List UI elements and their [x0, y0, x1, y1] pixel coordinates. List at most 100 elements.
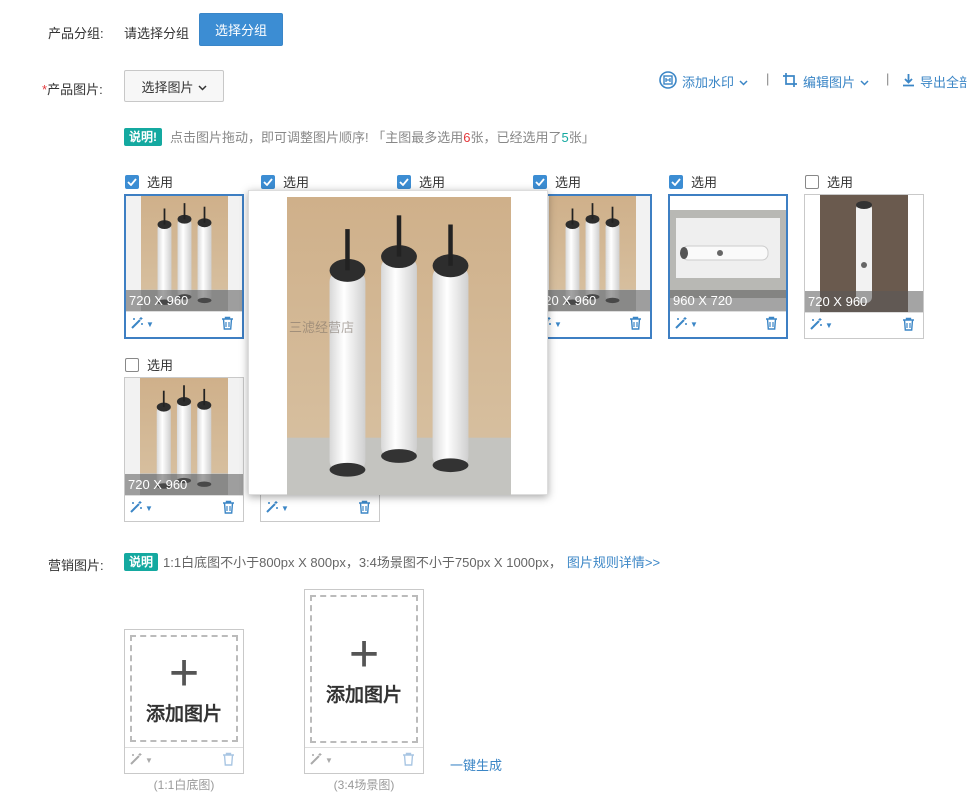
marketing-tag: 说明	[124, 552, 159, 571]
trash-icon[interactable]	[358, 500, 371, 517]
add-image-label: 添加图片	[325, 684, 402, 706]
image-card-footer: ▼	[125, 495, 243, 521]
marketing-square-card: + 添加图片 ▼	[124, 629, 244, 774]
marketing-notice: 说明 1:1白底图不小于800px X 800px，3:4场景图不小于750px…	[124, 552, 660, 571]
image-dimensions: 720 X 960	[125, 474, 243, 496]
preview-photo: 三滤经营店	[287, 197, 511, 495]
caption-square: (1:1白底图)	[153, 778, 215, 792]
magic-wand-button[interactable]: ▼	[809, 317, 833, 334]
image-card[interactable]: 720 X 960 ▼	[124, 377, 244, 522]
image-card[interactable]: 720 X 960 ▼	[124, 194, 244, 339]
checkbox-label: 选用	[691, 175, 718, 190]
checkbox-label: 选用	[283, 175, 310, 190]
image-card-footer: ▼	[805, 312, 923, 338]
magic-wand-icon	[674, 316, 688, 333]
trash-icon[interactable]	[222, 500, 235, 517]
caret-icon: ▼	[146, 320, 154, 329]
group-placeholder: 请选择分组	[124, 26, 190, 41]
trash-icon[interactable]	[629, 316, 642, 333]
check-icon	[671, 177, 681, 186]
select-group-button[interactable]: 选择分组	[199, 13, 283, 46]
magic-wand-icon	[129, 500, 143, 517]
image-dimensions: 720 X 960	[126, 290, 242, 312]
marketing-label: 营销图片:	[48, 558, 104, 573]
add-image-square[interactable]: + 添加图片	[130, 635, 238, 742]
image-card-footer: ▼	[305, 747, 423, 773]
check-icon	[535, 177, 545, 186]
magic-wand-button[interactable]: ▼	[674, 316, 698, 333]
caret-icon: ▼	[325, 756, 333, 765]
magic-wand-button: ▼	[309, 752, 333, 769]
select-image-button[interactable]: 选择图片	[124, 70, 224, 102]
images-label-text: 产品图片:	[47, 82, 103, 97]
image-rules-link[interactable]: 图片规则详情>>	[567, 552, 660, 571]
magic-wand-icon	[129, 752, 143, 769]
checkbox[interactable]	[533, 174, 547, 189]
one-click-generate-link[interactable]: 一键生成	[450, 755, 502, 774]
checkbox[interactable]	[125, 174, 139, 189]
caret-icon: ▼	[281, 503, 289, 513]
magic-wand-button[interactable]: ▼	[130, 316, 154, 333]
image-checkbox-row[interactable]: 选用	[261, 172, 309, 191]
drag-placeholder-card: ▼	[260, 495, 380, 522]
image-card[interactable]: 960 X 720 ▼	[668, 194, 788, 339]
notice-text-c: 张」	[568, 130, 595, 145]
caret-icon: ▼	[145, 756, 153, 765]
image-card-footer: ▼	[125, 747, 243, 773]
checkbox[interactable]	[397, 174, 411, 189]
checkbox-label: 选用	[147, 175, 174, 190]
image-checkbox-row[interactable]: 选用	[125, 355, 173, 374]
toolbar-divider: |	[886, 71, 890, 86]
checkbox[interactable]	[261, 174, 275, 189]
image-hover-preview: 三滤经营店	[248, 190, 548, 495]
image-card[interactable]: 720 X 960 ▼	[804, 194, 924, 339]
toolbar-divider: |	[766, 71, 770, 86]
add-image-tall[interactable]: + 添加图片	[310, 595, 418, 743]
trash-icon	[222, 752, 235, 769]
magic-wand-button[interactable]: ▼	[265, 500, 289, 517]
checkbox[interactable]	[125, 357, 139, 372]
chevron-down-icon	[739, 74, 748, 89]
watermark-icon	[659, 71, 677, 92]
trash-icon[interactable]	[765, 316, 778, 333]
images-notice: 说明! 点击图片拖动，即可调整图片顺序! 「主图最多选用6张，已经选用了5张」	[124, 127, 595, 146]
checkbox[interactable]	[669, 174, 683, 189]
select-image-label: 选择图片	[141, 79, 194, 95]
magic-wand-button: ▼	[129, 752, 153, 769]
export-all-button[interactable]: 导出全部	[902, 72, 967, 91]
notice-tag: 说明!	[124, 127, 162, 146]
image-card-footer: ▼	[534, 311, 650, 337]
caret-icon: ▼	[690, 320, 698, 329]
image-checkbox-row[interactable]: 选用	[805, 172, 853, 191]
checkbox-label: 选用	[827, 175, 854, 190]
checkbox[interactable]	[805, 174, 819, 189]
marketing-tall-card: + 添加图片 ▼	[304, 589, 424, 774]
image-checkbox-row[interactable]: 选用	[533, 172, 581, 191]
marketing-text: 1:1白底图不小于800px X 800px，3:4场景图不小于750px X …	[163, 555, 562, 570]
chevron-down-icon	[197, 79, 207, 94]
export-all-label: 导出全部	[920, 75, 967, 90]
group-label: 产品分组:	[48, 26, 104, 41]
notice-text-b: 张，已经选用了	[470, 130, 562, 145]
image-card[interactable]: 720 X 960 ▼	[532, 194, 652, 339]
magic-wand-button[interactable]: ▼	[129, 500, 153, 517]
image-checkbox-row[interactable]: 选用	[669, 172, 717, 191]
trash-icon[interactable]	[902, 317, 915, 334]
caret-icon: ▼	[554, 320, 562, 329]
trash-icon[interactable]	[221, 316, 234, 333]
notice-text: 点击图片拖动，即可调整图片顺序! 「主图最多选用6张，已经选用了5张」	[170, 127, 595, 146]
edit-image-button[interactable]: 编辑图片	[782, 72, 869, 91]
image-dimensions: 720 X 960	[805, 291, 923, 313]
image-checkbox-row[interactable]: 选用	[125, 172, 173, 191]
notice-text-a: 点击图片拖动，即可调整图片顺序! 「主图最多选用	[170, 130, 464, 145]
check-icon	[263, 177, 273, 186]
magic-wand-icon	[309, 752, 323, 769]
crop-icon	[782, 72, 798, 91]
checkbox-label: 选用	[419, 175, 446, 190]
image-checkbox-row[interactable]: 选用	[397, 172, 445, 191]
magic-wand-icon	[809, 317, 823, 334]
check-icon	[399, 177, 409, 186]
magic-wand-icon	[265, 500, 279, 517]
plus-icon: +	[348, 624, 380, 683]
add-watermark-button[interactable]: 添加水印	[659, 71, 748, 92]
